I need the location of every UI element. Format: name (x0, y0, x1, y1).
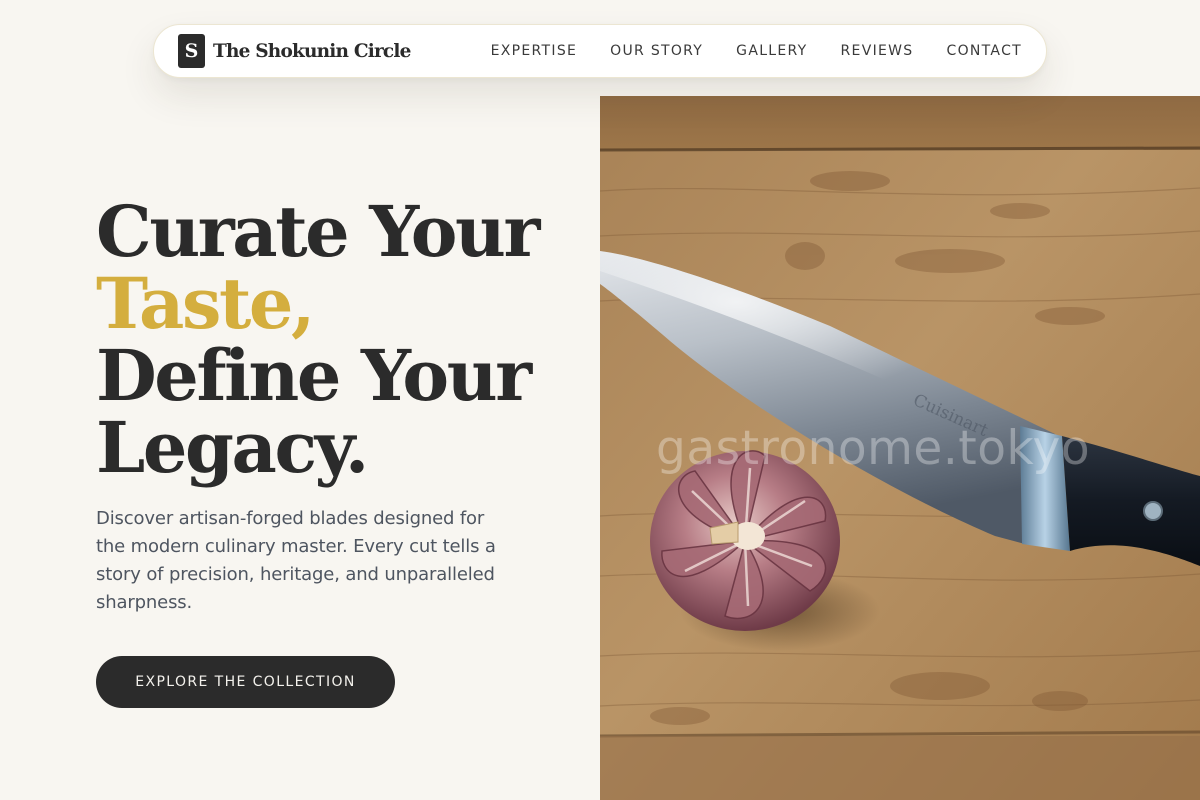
nav-link-gallery[interactable]: GALLERY (736, 43, 807, 59)
hero-image: Cuisinart gastronome.tokyo (600, 96, 1200, 800)
brand-logo[interactable]: S The Shokunin Circle (178, 34, 411, 68)
brand-mark-icon: S (178, 34, 205, 68)
nav-link-reviews[interactable]: REVIEWS (841, 43, 914, 59)
nav-links: EXPERTISE OUR STORY GALLERY REVIEWS CONT… (491, 25, 1022, 77)
headline-line-4: Legacy. (96, 406, 369, 489)
explore-collection-button[interactable]: EXPLORE THE COLLECTION (96, 656, 395, 708)
brand-name: The Shokunin Circle (213, 40, 411, 62)
hero-description: Discover artisan-forged blades designed … (96, 508, 496, 613)
nav-link-contact[interactable]: CONTACT (947, 43, 1023, 59)
landing-page: S The Shokunin Circle EXPERTISE OUR STOR… (0, 0, 1200, 800)
headline-accent-line: Taste, (96, 262, 315, 345)
top-navbar: S The Shokunin Circle EXPERTISE OUR STOR… (153, 24, 1047, 78)
hero-headline: Curate Your Taste, Define Your Legacy. (96, 190, 540, 489)
nav-link-our-story[interactable]: OUR STORY (610, 43, 703, 59)
headline-line-1: Curate Your (96, 190, 540, 273)
nav-link-expertise[interactable]: EXPERTISE (491, 43, 578, 59)
knife-and-garlic-illustration: Cuisinart (600, 96, 1200, 800)
headline-line-3: Define Your (96, 334, 532, 417)
